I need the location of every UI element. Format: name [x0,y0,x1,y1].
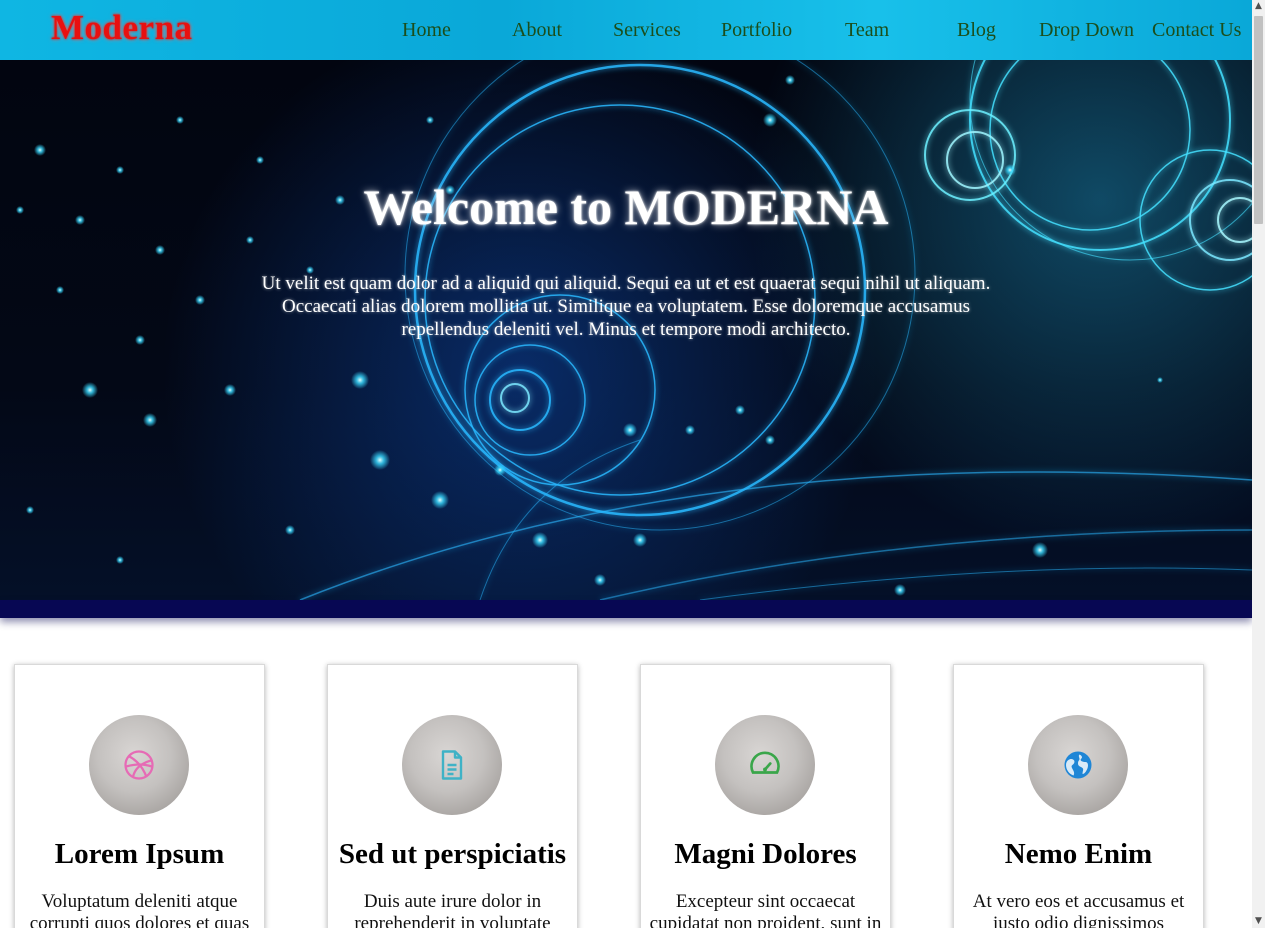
service-card-4[interactable]: Nemo Enim At vero eos et accusamus et iu… [953,664,1204,928]
hero-section: Welcome to MODERNA Ut velit est quam dol… [0,60,1252,600]
nav-services[interactable]: Services [613,19,681,42]
navbar: Moderna Home About Services Portfolio Te… [0,0,1252,60]
nav-home[interactable]: Home [402,19,451,42]
globe-icon [1064,751,1092,779]
card-icon-circle [1028,715,1128,815]
brand-logo[interactable]: Moderna [51,8,193,48]
nav-about[interactable]: About [512,19,562,42]
card-icon-circle [402,715,502,815]
service-card-3[interactable]: Magni Dolores Excepteur sint occaecat cu… [640,664,891,928]
scroll-down-arrow-icon[interactable]: ▼ [1254,917,1263,926]
card-icon-circle [89,715,189,815]
card-title: Magni Dolores [674,838,857,870]
document-icon [441,750,463,780]
card-text: Duis aute irure dolor in reprehenderit i… [354,891,551,928]
service-card-2[interactable]: Sed ut perspiciatis Duis aute irure dolo… [327,664,578,928]
speedometer-icon [750,751,780,774]
card-title: Lorem Ipsum [54,838,225,870]
hero-description: Ut velit est quam dolor ad a aliquid qui… [261,273,991,340]
scroll-thumb[interactable] [1254,16,1263,224]
nav-team[interactable]: Team [845,19,889,42]
card-title: Sed ut perspiciatis [338,838,567,870]
service-card-1[interactable]: Lorem Ipsum Voluptatum deleniti atque co… [14,664,265,928]
card-icon-circle [715,715,815,815]
hero-bottom-bar [0,600,1252,618]
nav-portfolio[interactable]: Portfolio [721,19,792,42]
card-text: Voluptatum deleniti atque corrupti quos … [29,891,250,928]
nav-contact[interactable]: Contact Us [1152,19,1241,42]
card-text: Excepteur sint occaecat cupidatat non pr… [649,891,882,928]
card-text: At vero eos et accusamus et iusto odio d… [972,891,1185,928]
scroll-up-arrow-icon[interactable]: ▲ [1254,2,1263,11]
hero-title: Welcome to MODERNA [363,179,889,235]
dribbble-icon [124,750,154,780]
page-scrollbar[interactable]: ▲ ▼ [1252,0,1265,928]
nav-dropdown[interactable]: Drop Down [1039,19,1134,42]
card-title: Nemo Enim [1004,838,1153,870]
nav-blog[interactable]: Blog [957,19,996,42]
